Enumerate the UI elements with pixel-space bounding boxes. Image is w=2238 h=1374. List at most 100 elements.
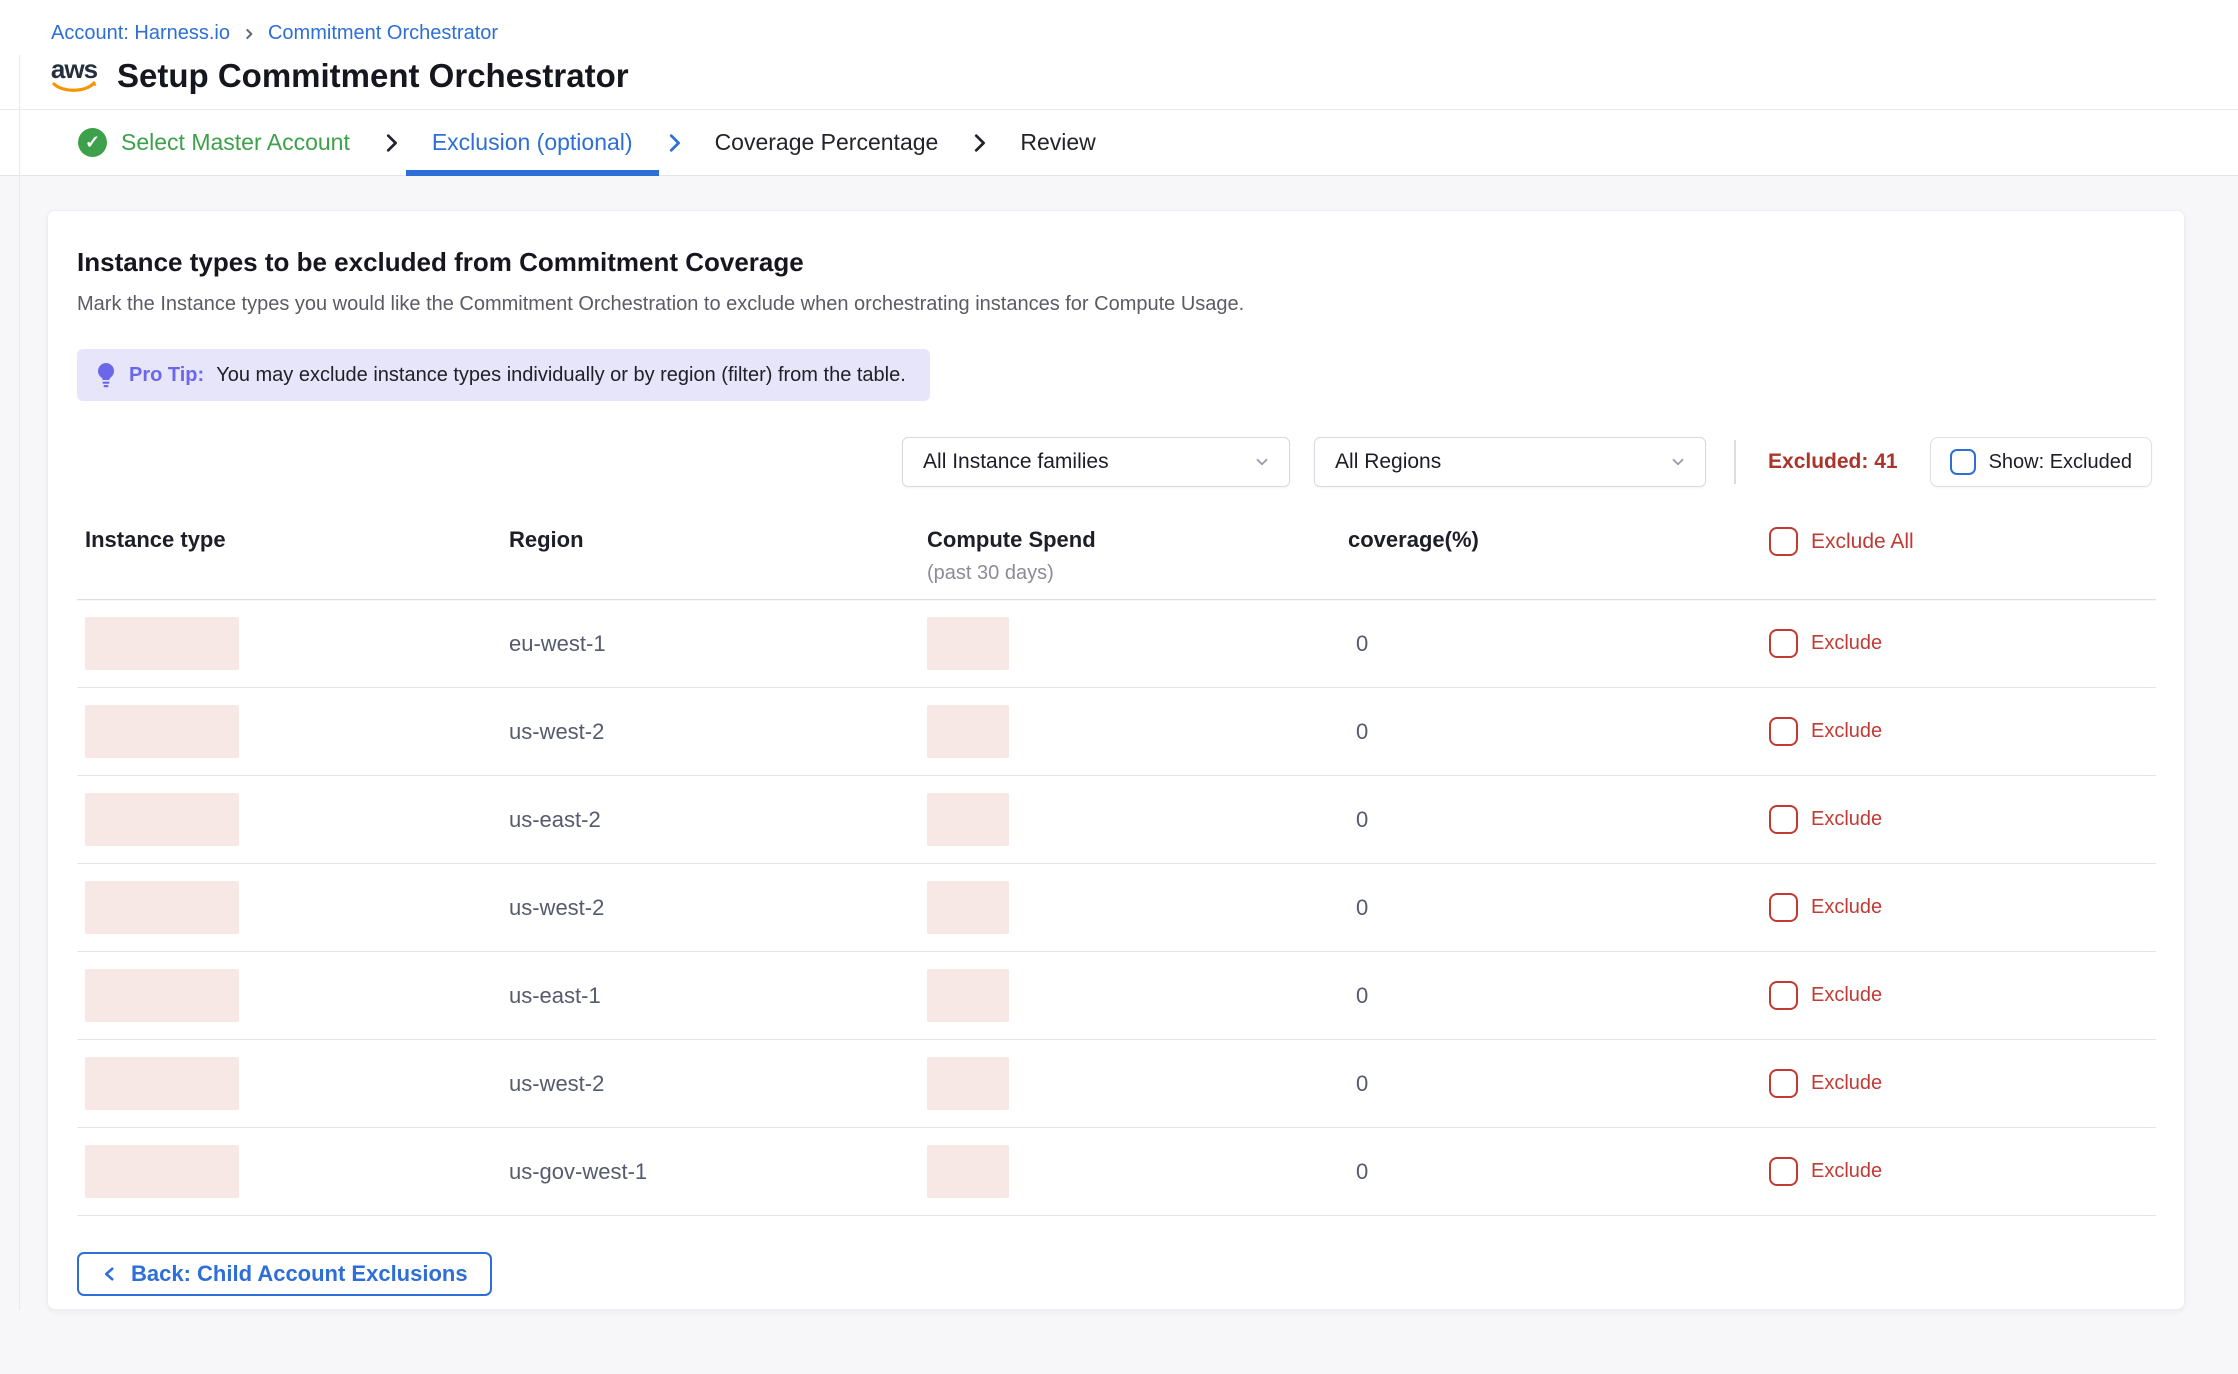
exclude-all-checkbox[interactable]: [1769, 527, 1798, 556]
redacted-instance-type: [85, 969, 239, 1022]
breadcrumb-account-link[interactable]: Account: Harness.io: [51, 22, 230, 45]
coverage-cell: 0: [1348, 807, 1769, 833]
show-excluded-checkbox[interactable]: [1950, 449, 1976, 475]
exclude-label[interactable]: Exclude: [1811, 896, 1882, 919]
region-cell: us-west-2: [509, 1071, 927, 1097]
exclude-label[interactable]: Exclude: [1811, 632, 1882, 655]
table-header-row: Instance type Region Compute Spend (past…: [77, 527, 2156, 600]
regions-select[interactable]: All Regions: [1314, 437, 1706, 487]
exclude-checkbox[interactable]: [1769, 629, 1798, 658]
top-bar: Account: Harness.io Commitment Orchestra…: [0, 0, 2238, 110]
aws-logo-icon: aws: [51, 57, 97, 95]
breadcrumb: Account: Harness.io Commitment Orchestra…: [51, 22, 2238, 45]
redacted-instance-type: [85, 881, 239, 934]
step-exclusion[interactable]: Exclusion (optional): [406, 110, 659, 176]
pro-tip-banner: Pro Tip: You may exclude instance types …: [77, 349, 930, 401]
step-complete-check-icon: ✓: [78, 128, 107, 157]
table-row: eu-west-1 0 Exclude: [77, 600, 2156, 688]
redacted-instance-type: [85, 1057, 239, 1110]
page-body: Instance types to be excluded from Commi…: [0, 176, 2238, 1310]
table-row: us-east-1 0 Exclude: [77, 952, 2156, 1040]
show-excluded-label: Show: Excluded: [1989, 451, 2132, 474]
title-row: aws Setup Commitment Orchestrator: [51, 57, 2238, 109]
pro-tip-text: You may exclude instance types individua…: [216, 364, 906, 387]
redacted-compute-spend: [927, 969, 1009, 1022]
show-excluded-toggle[interactable]: Show: Excluded: [1930, 437, 2152, 487]
step-review[interactable]: Review: [994, 110, 1121, 175]
table-row: us-east-2 0 Exclude: [77, 776, 2156, 864]
card-heading: Instance types to be excluded from Commi…: [77, 247, 2156, 278]
exclude-all-label[interactable]: Exclude All: [1811, 530, 1914, 554]
exclude-label[interactable]: Exclude: [1811, 1072, 1882, 1095]
coverage-cell: 0: [1348, 719, 1769, 745]
back-button-label: Back: Child Account Exclusions: [131, 1261, 468, 1287]
region-cell: us-gov-west-1: [509, 1159, 927, 1185]
exclusion-table: Instance type Region Compute Spend (past…: [77, 527, 2156, 1216]
col-header-compute-spend: Compute Spend: [927, 527, 1348, 553]
page-title: Setup Commitment Orchestrator: [117, 57, 629, 95]
coverage-cell: 0: [1348, 1159, 1769, 1185]
exclude-checkbox[interactable]: [1769, 805, 1798, 834]
redacted-compute-spend: [927, 881, 1009, 934]
instance-families-select[interactable]: All Instance families: [902, 437, 1290, 487]
exclude-checkbox[interactable]: [1769, 1157, 1798, 1186]
step-coverage-percentage[interactable]: Coverage Percentage: [689, 110, 965, 175]
step-chevron-icon: [964, 110, 994, 175]
region-cell: us-west-2: [509, 895, 927, 921]
redacted-compute-spend: [927, 1057, 1009, 1110]
region-cell: us-east-1: [509, 983, 927, 1009]
col-header-coverage: coverage(%): [1348, 527, 1769, 553]
back-button[interactable]: Back: Child Account Exclusions: [77, 1252, 492, 1296]
step-label: Select Master Account: [121, 129, 350, 156]
step-chevron-icon: [376, 110, 406, 175]
step-chevron-icon-active: [659, 110, 689, 175]
region-cell: us-west-2: [509, 719, 927, 745]
redacted-instance-type: [85, 617, 239, 670]
step-label: Review: [1020, 129, 1095, 156]
redacted-instance-type: [85, 1145, 239, 1198]
breadcrumb-chevron-icon: [242, 27, 256, 41]
redacted-compute-spend: [927, 793, 1009, 846]
exclude-label[interactable]: Exclude: [1811, 1160, 1882, 1183]
step-label: Coverage Percentage: [715, 129, 939, 156]
region-cell: us-east-2: [509, 807, 927, 833]
filter-divider: [1734, 440, 1736, 484]
coverage-cell: 0: [1348, 1071, 1769, 1097]
exclude-label[interactable]: Exclude: [1811, 808, 1882, 831]
redacted-compute-spend: [927, 705, 1009, 758]
region-cell: eu-west-1: [509, 631, 927, 657]
regions-value: All Regions: [1335, 450, 1441, 474]
card-subheading: Mark the Instance types you would like t…: [77, 293, 2156, 316]
excluded-count: Excluded: 41: [1768, 450, 1898, 474]
chevron-down-icon: [1669, 453, 1687, 471]
redacted-instance-type: [85, 705, 239, 758]
content-left-divider: [19, 55, 20, 1310]
step-select-master-account[interactable]: ✓ Select Master Account: [52, 110, 376, 175]
lightbulb-icon: [95, 362, 117, 388]
chevron-left-icon: [101, 1265, 119, 1283]
exclude-checkbox[interactable]: [1769, 893, 1798, 922]
table-row: us-west-2 0 Exclude: [77, 864, 2156, 952]
chevron-down-icon: [1253, 453, 1271, 471]
filter-row: All Instance families All Regions Exclud…: [77, 437, 2156, 487]
table-row: us-west-2 0 Exclude: [77, 688, 2156, 776]
pro-tip-label: Pro Tip:: [129, 364, 204, 387]
redacted-instance-type: [85, 793, 239, 846]
coverage-cell: 0: [1348, 631, 1769, 657]
breadcrumb-page-link[interactable]: Commitment Orchestrator: [268, 22, 498, 45]
exclusion-card: Instance types to be excluded from Commi…: [47, 210, 2185, 1310]
redacted-compute-spend: [927, 1145, 1009, 1198]
coverage-cell: 0: [1348, 983, 1769, 1009]
table-row: us-gov-west-1 0 Exclude: [77, 1128, 2156, 1216]
coverage-cell: 0: [1348, 895, 1769, 921]
exclude-checkbox[interactable]: [1769, 1069, 1798, 1098]
table-row: us-west-2 0 Exclude: [77, 1040, 2156, 1128]
exclude-label[interactable]: Exclude: [1811, 720, 1882, 743]
col-header-instance-type: Instance type: [85, 527, 509, 553]
col-header-compute-spend-sub: (past 30 days): [927, 562, 1348, 585]
redacted-compute-spend: [927, 617, 1009, 670]
step-label: Exclusion (optional): [432, 129, 633, 156]
exclude-checkbox[interactable]: [1769, 717, 1798, 746]
exclude-checkbox[interactable]: [1769, 981, 1798, 1010]
exclude-label[interactable]: Exclude: [1811, 984, 1882, 1007]
